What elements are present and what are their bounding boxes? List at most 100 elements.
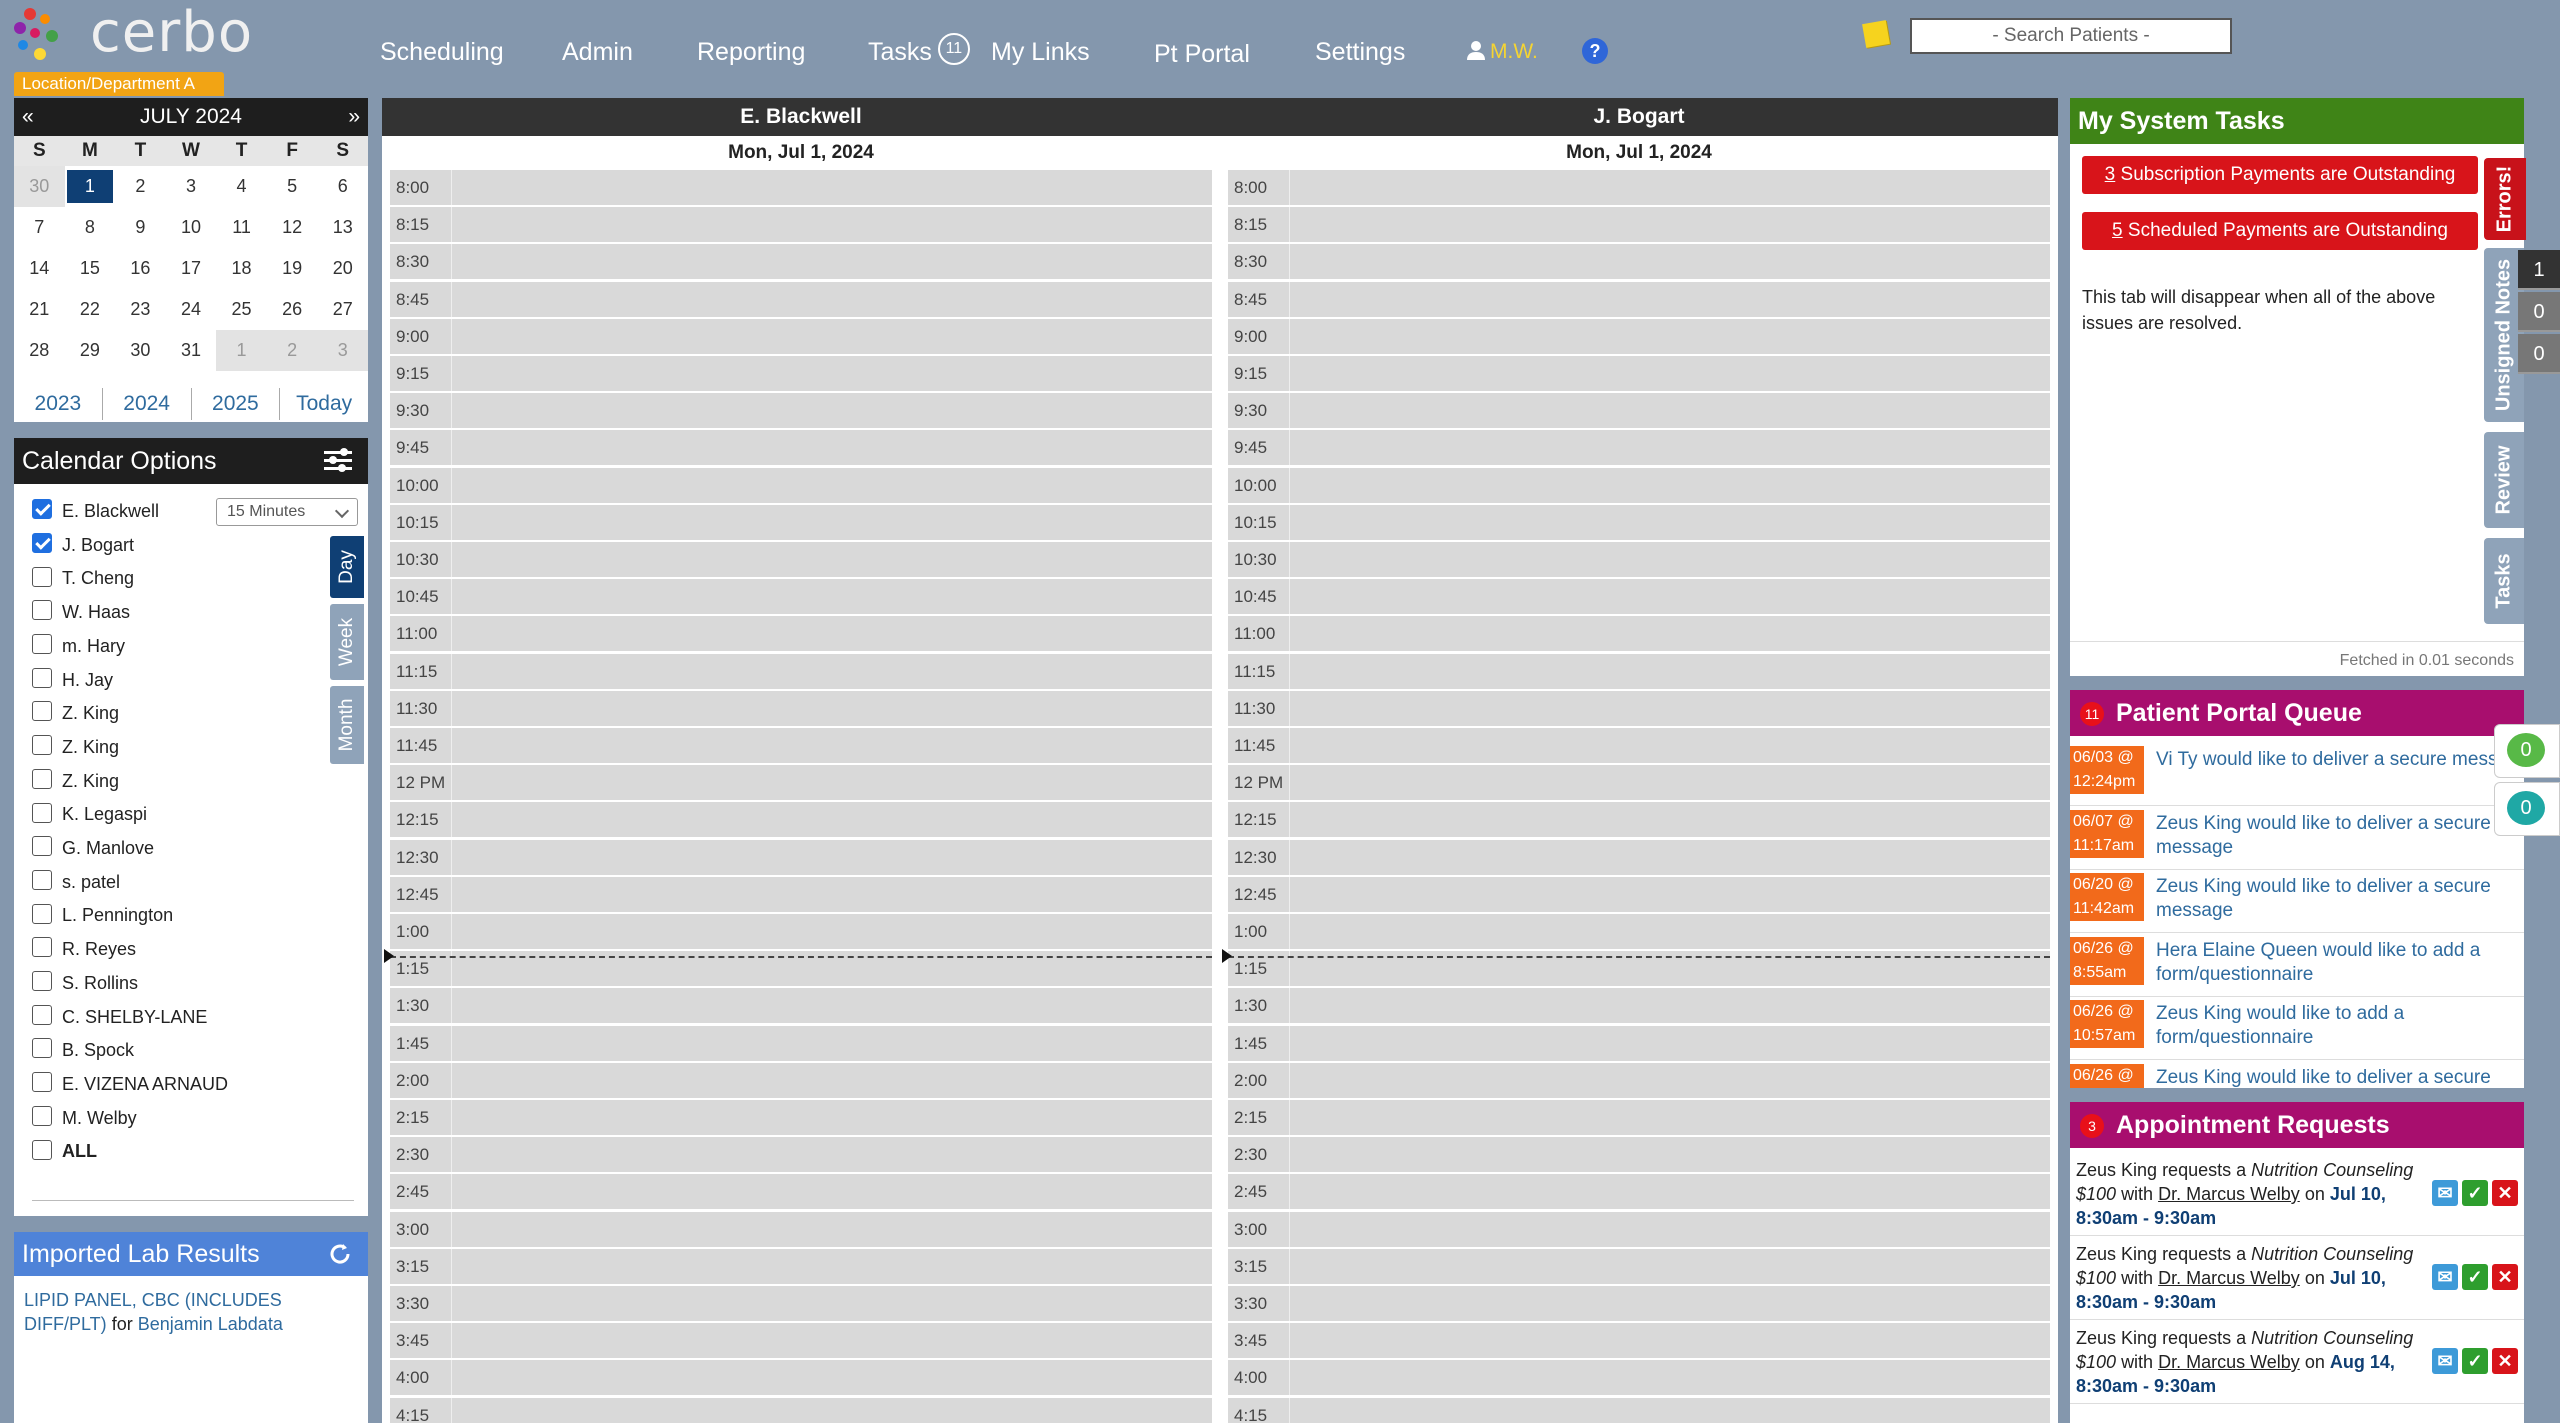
- provider-option[interactable]: E. VIZENA ARNAUD: [32, 1069, 228, 1099]
- calendar-day[interactable]: 21: [14, 289, 65, 330]
- time-slot[interactable]: 3:45: [390, 1323, 1212, 1359]
- calendar-day[interactable]: 6: [317, 166, 368, 207]
- provider-checkbox[interactable]: [32, 735, 52, 756]
- calendar-day[interactable]: 4: [216, 166, 267, 207]
- request-doctor[interactable]: Dr. Marcus Welby: [2158, 1352, 2300, 1372]
- time-slot[interactable]: 9:45: [390, 430, 1212, 466]
- time-slot[interactable]: 8:30: [1228, 244, 2050, 280]
- nav-tasks[interactable]: Tasks 11: [868, 33, 970, 69]
- time-slot[interactable]: 1:00: [390, 914, 1212, 949]
- calendar-day[interactable]: 3: [317, 330, 368, 371]
- time-slot[interactable]: 3:00: [390, 1211, 1212, 1247]
- calendar-day[interactable]: 23: [115, 289, 166, 330]
- time-slot[interactable]: 8:45: [390, 281, 1212, 317]
- year-link-2025[interactable]: 2025: [192, 388, 281, 420]
- reject-x-icon[interactable]: ✕: [2492, 1180, 2518, 1206]
- nav-pt-portal[interactable]: Pt Portal: [1154, 38, 1250, 70]
- time-slot[interactable]: 10:15: [1228, 504, 2050, 540]
- time-slot[interactable]: 3:15: [390, 1248, 1212, 1284]
- nav-reporting[interactable]: Reporting: [697, 36, 805, 68]
- provider-option[interactable]: L. Pennington: [32, 900, 173, 930]
- time-slot[interactable]: 12 PM: [1228, 765, 2050, 801]
- calendar-day[interactable]: 19: [267, 248, 318, 289]
- time-slot[interactable]: 1:30: [1228, 988, 2050, 1024]
- time-slot[interactable]: 1:45: [390, 1025, 1212, 1061]
- time-slot[interactable]: 2:15: [390, 1100, 1212, 1135]
- provider-checkbox[interactable]: [32, 701, 52, 722]
- time-slot[interactable]: 2:15: [1228, 1100, 2050, 1135]
- provider-checkbox[interactable]: [32, 1038, 52, 1059]
- calendar-day[interactable]: 1: [66, 170, 114, 203]
- time-slot[interactable]: 1:00: [1228, 914, 2050, 949]
- time-slot[interactable]: 4:15: [390, 1397, 1212, 1423]
- provider-checkbox[interactable]: [32, 566, 52, 587]
- approve-check-icon[interactable]: ✓: [2462, 1264, 2488, 1290]
- time-slot[interactable]: 4:00: [1228, 1360, 2050, 1396]
- provider-checkbox[interactable]: [32, 1105, 52, 1126]
- time-slot[interactable]: 9:30: [1228, 393, 2050, 429]
- provider-checkbox[interactable]: [32, 869, 52, 890]
- time-slot[interactable]: 11:15: [390, 653, 1212, 689]
- message-icon[interactable]: ✉: [2432, 1264, 2458, 1290]
- calendar-day[interactable]: 15: [65, 248, 116, 289]
- calendar-day[interactable]: 5: [267, 166, 318, 207]
- time-slot[interactable]: 12:15: [390, 802, 1212, 838]
- sticky-note-icon[interactable]: [1862, 20, 1890, 48]
- provider-checkbox[interactable]: [32, 532, 52, 553]
- reject-x-icon[interactable]: ✕: [2492, 1348, 2518, 1374]
- review-tab[interactable]: Review: [2484, 432, 2524, 528]
- refresh-icon[interactable]: [326, 1240, 354, 1268]
- portal-item-text[interactable]: Vi Ty would like to deliver a secure mes…: [2156, 748, 2524, 772]
- time-slot[interactable]: 1:45: [1228, 1025, 2050, 1061]
- time-slot[interactable]: 8:15: [1228, 207, 2050, 243]
- provider-option[interactable]: m. Hary: [32, 631, 125, 661]
- portal-item-text[interactable]: Zeus King would like to deliver a secure…: [2156, 812, 2524, 860]
- search-patients-input[interactable]: - Search Patients -: [1910, 18, 2232, 54]
- time-slot[interactable]: 2:45: [1228, 1174, 2050, 1210]
- provider-checkbox[interactable]: [32, 836, 52, 857]
- portal-item-text[interactable]: Zeus King would like to deliver a secure: [2156, 1066, 2524, 1089]
- time-slot[interactable]: 2:45: [390, 1174, 1212, 1210]
- approve-check-icon[interactable]: ✓: [2462, 1180, 2488, 1206]
- chat-bubble-green[interactable]: 0: [2494, 724, 2560, 778]
- provider-checkbox[interactable]: [32, 1072, 52, 1093]
- portal-queue-item[interactable]: 06/26 @ 10:57am Zeus King would like to ad…: [2070, 996, 2524, 1060]
- time-slot[interactable]: 1:30: [390, 988, 1212, 1024]
- cerbo-logo[interactable]: cerbo: [4, 0, 264, 68]
- portal-item-text[interactable]: Hera Elaine Queen would like to add a fo…: [2156, 939, 2524, 987]
- department-label[interactable]: Location/Department A: [14, 72, 224, 96]
- request-doctor[interactable]: Dr. Marcus Welby: [2158, 1184, 2300, 1204]
- unsigned-count-3[interactable]: 0: [2518, 334, 2560, 374]
- help-icon[interactable]: ?: [1582, 38, 1608, 64]
- tasks-tab[interactable]: Tasks: [2484, 538, 2524, 624]
- time-slot[interactable]: 8:00: [390, 170, 1212, 205]
- time-slot[interactable]: 10:45: [390, 579, 1212, 615]
- time-slot[interactable]: 11:30: [390, 690, 1212, 726]
- provider-option[interactable]: E. Blackwell: [32, 496, 159, 526]
- next-month-button[interactable]: »: [348, 98, 360, 136]
- portal-queue-item[interactable]: 06/07 @ 11:17am Zeus King would like to de…: [2070, 806, 2524, 870]
- calendar-day[interactable]: 17: [166, 248, 217, 289]
- tab-week[interactable]: Week: [330, 604, 364, 680]
- provider-option[interactable]: Z. King: [32, 766, 119, 796]
- time-slot[interactable]: 12:45: [390, 876, 1212, 912]
- chat-bubble-teal[interactable]: 0: [2494, 782, 2560, 836]
- time-slot[interactable]: 3:30: [1228, 1286, 2050, 1321]
- calendar-day[interactable]: 20: [317, 248, 368, 289]
- provider-option[interactable]: H. Jay: [32, 665, 113, 695]
- calendar-day[interactable]: 29: [65, 330, 116, 371]
- time-slot[interactable]: 10:30: [390, 542, 1212, 577]
- calendar-day[interactable]: 16: [115, 248, 166, 289]
- message-icon[interactable]: ✉: [2432, 1348, 2458, 1374]
- calendar-day[interactable]: 8: [65, 207, 116, 248]
- nav-scheduling[interactable]: Scheduling: [380, 36, 504, 68]
- calendar-day[interactable]: 30: [14, 166, 65, 207]
- calendar-day[interactable]: 12: [267, 207, 318, 248]
- time-slot[interactable]: 9:00: [390, 318, 1212, 354]
- time-slot[interactable]: 9:15: [390, 356, 1212, 391]
- unsigned-count-2[interactable]: 0: [2518, 292, 2560, 332]
- time-slot[interactable]: 12 PM: [390, 765, 1212, 801]
- calendar-day[interactable]: 13: [317, 207, 368, 248]
- nav-settings[interactable]: Settings: [1315, 36, 1405, 68]
- time-slot[interactable]: 12:30: [1228, 839, 2050, 875]
